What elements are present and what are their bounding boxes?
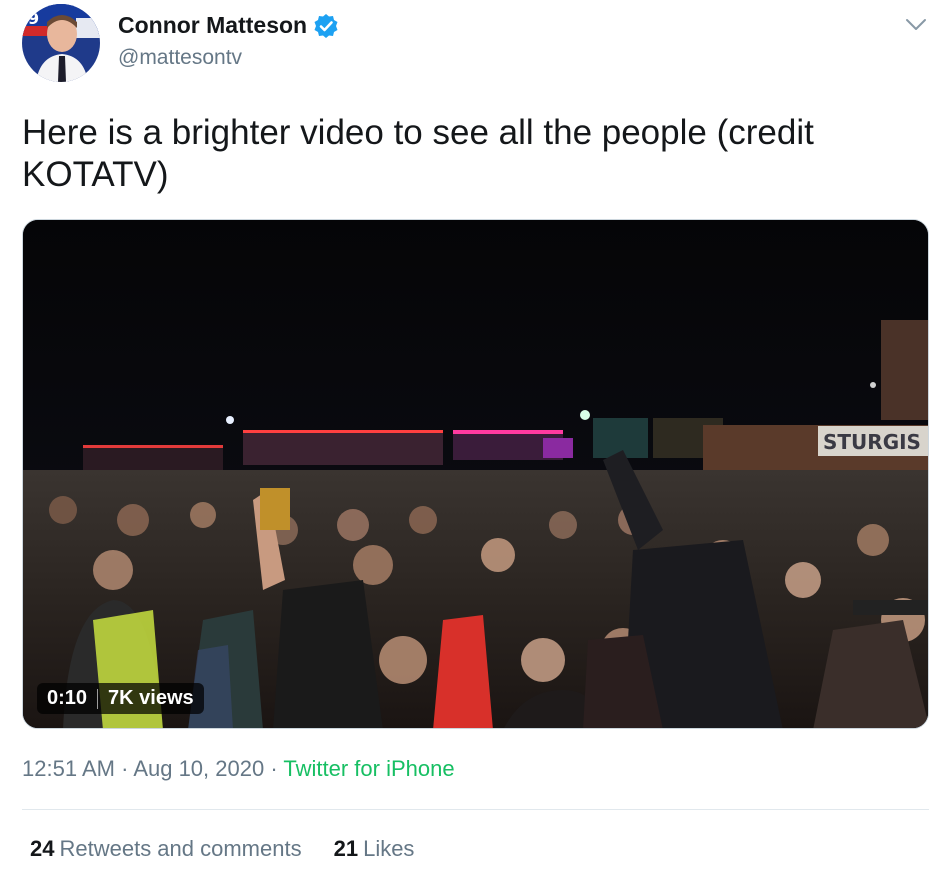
- tweet-time[interactable]: 12:51 AM: [22, 756, 115, 781]
- avatar[interactable]: 9: [22, 4, 100, 82]
- likes-label: Likes: [363, 836, 415, 861]
- video-frame: STURGIS B: [23, 220, 929, 728]
- verified-badge-icon: [313, 13, 339, 39]
- svg-text:9: 9: [28, 9, 39, 28]
- author-display-name[interactable]: Connor Matteson: [118, 12, 307, 39]
- likes-count: 21: [333, 836, 359, 861]
- tweet-meta: 12:51 AM · Aug 10, 2020 · Twitter for iP…: [22, 756, 455, 782]
- tweet-stats: 24 Retweets and comments 21 Likes: [30, 836, 414, 862]
- video-meta-overlay: 0:10 7K views: [37, 683, 204, 714]
- chevron-down-icon[interactable]: [904, 12, 928, 36]
- video-views: 7K views: [108, 687, 194, 709]
- tweet-date[interactable]: Aug 10, 2020: [133, 756, 264, 781]
- retweets-label: Retweets and comments: [59, 836, 302, 861]
- sturgis-sign-text: STURGIS B: [823, 430, 929, 454]
- tweet-text: Here is a brighter video to see all the …: [22, 113, 814, 194]
- author-name-row: Connor Matteson: [118, 12, 339, 39]
- video-meta-divider: [97, 688, 99, 709]
- video-duration: 0:10: [47, 687, 88, 709]
- retweets-stat[interactable]: 24 Retweets and comments: [30, 836, 302, 862]
- tweet-source-link[interactable]: Twitter for iPhone: [283, 756, 454, 781]
- meta-separator: ·: [121, 756, 129, 781]
- video-player[interactable]: STURGIS B: [22, 219, 929, 729]
- likes-stat[interactable]: 21 Likes: [334, 836, 415, 862]
- retweets-count: 24: [30, 836, 55, 861]
- meta-separator: ·: [270, 756, 278, 781]
- tweet-card: 9 Connor Matteson @mattesontv Here is a …: [0, 0, 946, 880]
- author-handle[interactable]: @mattesontv: [118, 46, 242, 70]
- divider: [22, 809, 929, 810]
